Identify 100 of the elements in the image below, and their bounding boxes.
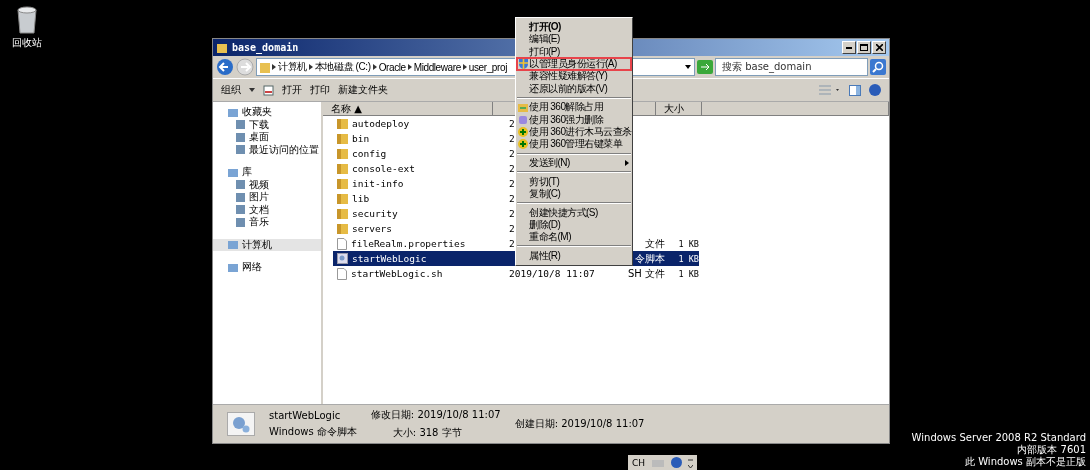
toolbar-button[interactable]: 组织	[221, 83, 241, 97]
chevron-icon[interactable]	[462, 64, 467, 70]
breadcrumb[interactable]: Oracle	[378, 61, 406, 73]
help-icon[interactable]	[869, 84, 881, 96]
breadcrumb[interactable]: 本地磁盘 (C:)	[314, 60, 371, 74]
nav-item[interactable]: 音乐	[213, 216, 321, 229]
file-date: 2	[509, 238, 515, 249]
name-cell[interactable]: servers	[333, 221, 509, 236]
folder-icon	[337, 118, 348, 129]
search-field[interactable]: 搜索 base_domain	[715, 58, 868, 76]
breadcrumb[interactable]: Middleware	[413, 61, 461, 73]
name-cell[interactable]: autodeploy	[333, 116, 509, 131]
document-icon[interactable]	[263, 84, 274, 96]
nav-item[interactable]: 图片	[213, 191, 321, 204]
folder-icon	[235, 119, 246, 131]
plus-icon	[518, 126, 528, 137]
nav-label[interactable]: 库	[242, 165, 252, 180]
name-cell[interactable]: console-ext	[333, 161, 509, 176]
close-button[interactable]	[872, 41, 886, 54]
nav-label[interactable]: 文档	[249, 202, 269, 217]
search-icon[interactable]	[870, 59, 886, 75]
menu-item[interactable]: 使用 360进行木马云查杀	[517, 125, 631, 139]
menu-item[interactable]: 还原以前的版本(V)	[517, 82, 631, 95]
folder-icon	[235, 216, 246, 228]
desktop-icon-label[interactable]: 回收站	[12, 36, 42, 50]
menu-item[interactable]: 复制(C)	[517, 187, 631, 200]
menu-item[interactable]: 打开(O)	[517, 21, 631, 34]
menu-item[interactable]: 创建快捷方式(S)	[517, 206, 631, 219]
document-icon	[337, 237, 347, 250]
menu-item[interactable]: 删除(D)	[517, 218, 631, 231]
breadcrumb[interactable]: user_proj	[468, 61, 507, 73]
menu-item[interactable]: 以管理员身份运行(A)	[517, 57, 631, 71]
nav-label[interactable]: 图片	[249, 190, 269, 205]
chevron-icon[interactable]	[308, 64, 313, 70]
menu-item[interactable]: 打印(P)	[517, 45, 631, 58]
nav-label[interactable]: 网络	[242, 260, 262, 275]
caret-icon[interactable]	[249, 88, 255, 92]
file-size: 1 KB	[677, 267, 699, 281]
menu-item[interactable]: 编辑(E)	[517, 33, 631, 46]
recycle-bin-icon[interactable]	[15, 4, 39, 34]
name-cell[interactable]: fileRealm.properties	[333, 236, 509, 251]
menu-item[interactable]: 发送到(N)	[517, 156, 631, 169]
nav-item[interactable]: 库	[213, 166, 321, 179]
toolbar-button[interactable]: 打印	[310, 83, 330, 97]
file-date: 2	[509, 163, 515, 174]
help-icon[interactable]	[671, 457, 683, 468]
nav-label[interactable]: 桌面	[249, 130, 269, 145]
toolbar-button[interactable]: 新建文件夹	[338, 83, 388, 97]
menu-item[interactable]: 使用 360管理右键菜单	[517, 138, 631, 151]
name-cell[interactable]: security	[333, 206, 509, 221]
options-icon[interactable]	[688, 457, 694, 468]
chevron-icon[interactable]	[372, 64, 377, 70]
minimize-icon	[846, 46, 852, 49]
window-title: base_domain	[232, 42, 299, 53]
column-header[interactable]: 大小	[656, 102, 702, 116]
maximize-button[interactable]	[857, 41, 871, 54]
nav-item[interactable]: 视频	[213, 178, 321, 191]
breadcrumb[interactable]: 计算机	[278, 60, 307, 74]
name-cell[interactable]: init-info	[333, 176, 509, 191]
nav-label[interactable]: 收藏夹	[242, 105, 272, 120]
toolbar-button[interactable]: 打开	[282, 83, 302, 97]
details-file-type: Windows 命令脚本	[269, 424, 357, 439]
nav-label[interactable]: 计算机	[242, 237, 272, 252]
file-size: 1 KB	[669, 251, 699, 266]
nav-item[interactable]: 计算机	[213, 238, 321, 251]
language-button[interactable]: CH	[632, 457, 646, 468]
system-notice-text: 此 Windows 副本不是正版	[965, 456, 1086, 468]
nav-item[interactable]: 网络	[213, 261, 321, 274]
file-date: 2	[509, 223, 515, 234]
menu-item[interactable]: 重命名(M)	[517, 230, 631, 244]
file-date: 2	[509, 208, 515, 219]
nav-item[interactable]: 最近访问的位置	[213, 143, 321, 156]
menu-item[interactable]: 使用 360强力删除	[517, 113, 631, 126]
nav-item[interactable]: 文档	[213, 203, 321, 216]
name-cell[interactable]: config	[333, 146, 509, 161]
nav-item[interactable]: 下载	[213, 118, 321, 131]
chevron-icon[interactable]	[407, 64, 412, 70]
caret-icon[interactable]	[685, 65, 691, 69]
nav-label[interactable]: 最近访问的位置	[249, 142, 319, 157]
back-icon[interactable]	[216, 58, 234, 76]
nav-label[interactable]: 下载	[249, 117, 269, 132]
column-header[interactable]: 名称 ▲	[323, 102, 493, 116]
nav-label[interactable]: 视频	[249, 177, 269, 192]
name-cell[interactable]: startWebLogic.sh	[333, 266, 509, 281]
menu-item[interactable]: 剪切(T)	[517, 175, 631, 188]
name-cell[interactable]: bin	[333, 131, 509, 146]
minimize-button[interactable]	[842, 41, 856, 54]
menu-item[interactable]: 使用 360解除占用	[517, 101, 631, 114]
preview-pane-icon[interactable]	[849, 84, 861, 96]
refresh-icon[interactable]	[697, 60, 713, 74]
maximize-icon	[860, 44, 868, 51]
file-name: bin	[352, 133, 370, 144]
chevron-icon[interactable]	[272, 64, 276, 70]
nav-item[interactable]: 收藏夹	[213, 106, 321, 119]
name-cell[interactable]: startWebLogic	[333, 251, 509, 266]
name-cell[interactable]: lib	[333, 191, 509, 206]
submenu-arrow-icon	[625, 159, 629, 166]
file-name: startWebLogic	[352, 253, 427, 264]
nav-item[interactable]: 桌面	[213, 131, 321, 144]
nav-label[interactable]: 音乐	[249, 215, 269, 230]
